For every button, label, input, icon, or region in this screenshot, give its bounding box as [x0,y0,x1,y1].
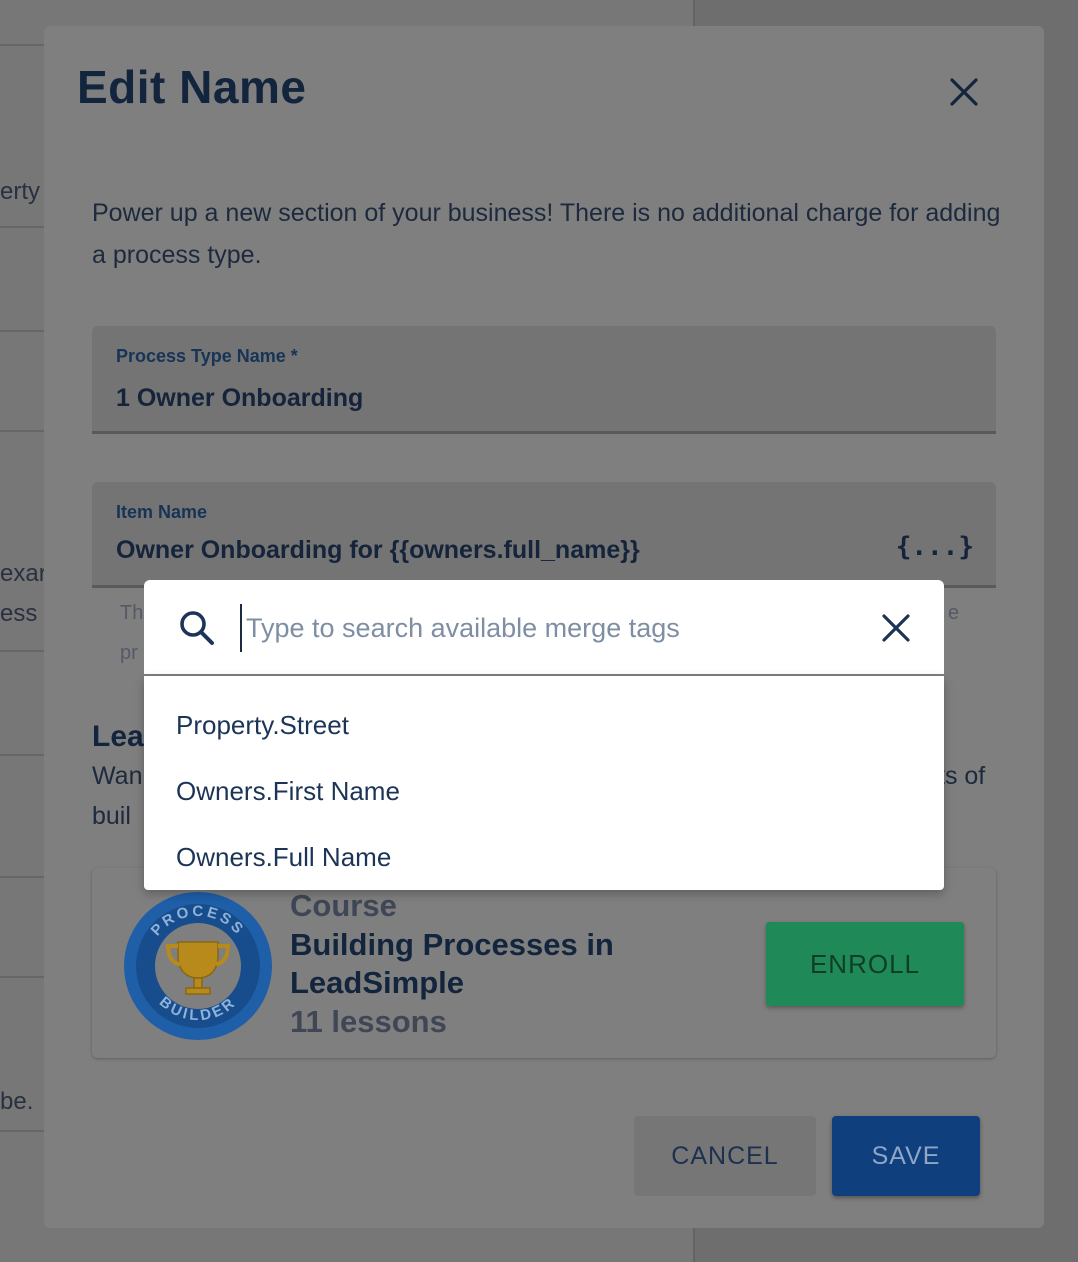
background-text: erty [0,178,41,205]
course-kicker: Course [290,888,397,923]
merge-tag-search-bar [144,580,944,674]
merge-tag-close-button[interactable] [874,606,918,650]
process-type-name-label: Process Type Name * [116,346,298,366]
learn-heading: Lea [92,720,144,753]
item-name-field[interactable]: Item Name Owner Onboarding for {{owners.… [92,482,996,588]
background-text: be. [0,1088,34,1115]
process-type-name-field[interactable]: Process Type Name * 1 Owner Onboarding [92,326,996,434]
merge-tag-icon[interactable]: {...} [896,532,974,562]
item-name-label: Item Name [116,502,208,522]
merge-tag-option[interactable]: Property.Street [144,692,944,758]
learn-text: Wan [92,762,143,790]
merge-tag-list: Property.Street Owners.First Name Owners… [144,676,944,890]
merge-tag-option[interactable]: Owners.First Name [144,758,944,824]
modal-close-button[interactable] [942,70,986,114]
cancel-button[interactable]: CANCEL [634,1116,816,1196]
close-icon [950,78,978,106]
merge-tag-search-input[interactable] [240,604,860,652]
course-lessons: 11 lessons [290,1004,447,1039]
process-type-name-value[interactable]: 1 Owner Onboarding [116,384,363,413]
close-icon [882,614,910,642]
process-builder-badge: PROCESS BUILDER [124,892,272,1040]
enroll-button[interactable]: ENROLL [766,922,964,1006]
background-text: exar [0,560,47,587]
search-icon [180,611,214,645]
course-title: Building Processes in LeadSimple [290,927,614,1000]
background-text: ess [0,600,38,627]
course-card: PROCESS BUILDER Course Building Processe… [92,868,996,1058]
modal-title: Edit Name [77,61,307,113]
item-name-hint: Th [120,602,144,624]
item-name-hint: e [948,602,960,624]
learn-text: buil [92,802,131,830]
modal-description: Power up a new section of your business!… [92,199,1001,269]
merge-tag-option[interactable]: Owners.Full Name [144,824,944,890]
save-button[interactable]: SAVE [832,1116,980,1196]
item-name-value[interactable]: Owner Onboarding for {{owners.full_name}… [116,536,640,565]
item-name-hint: pr [120,642,138,664]
learn-text: ts of [938,762,986,790]
